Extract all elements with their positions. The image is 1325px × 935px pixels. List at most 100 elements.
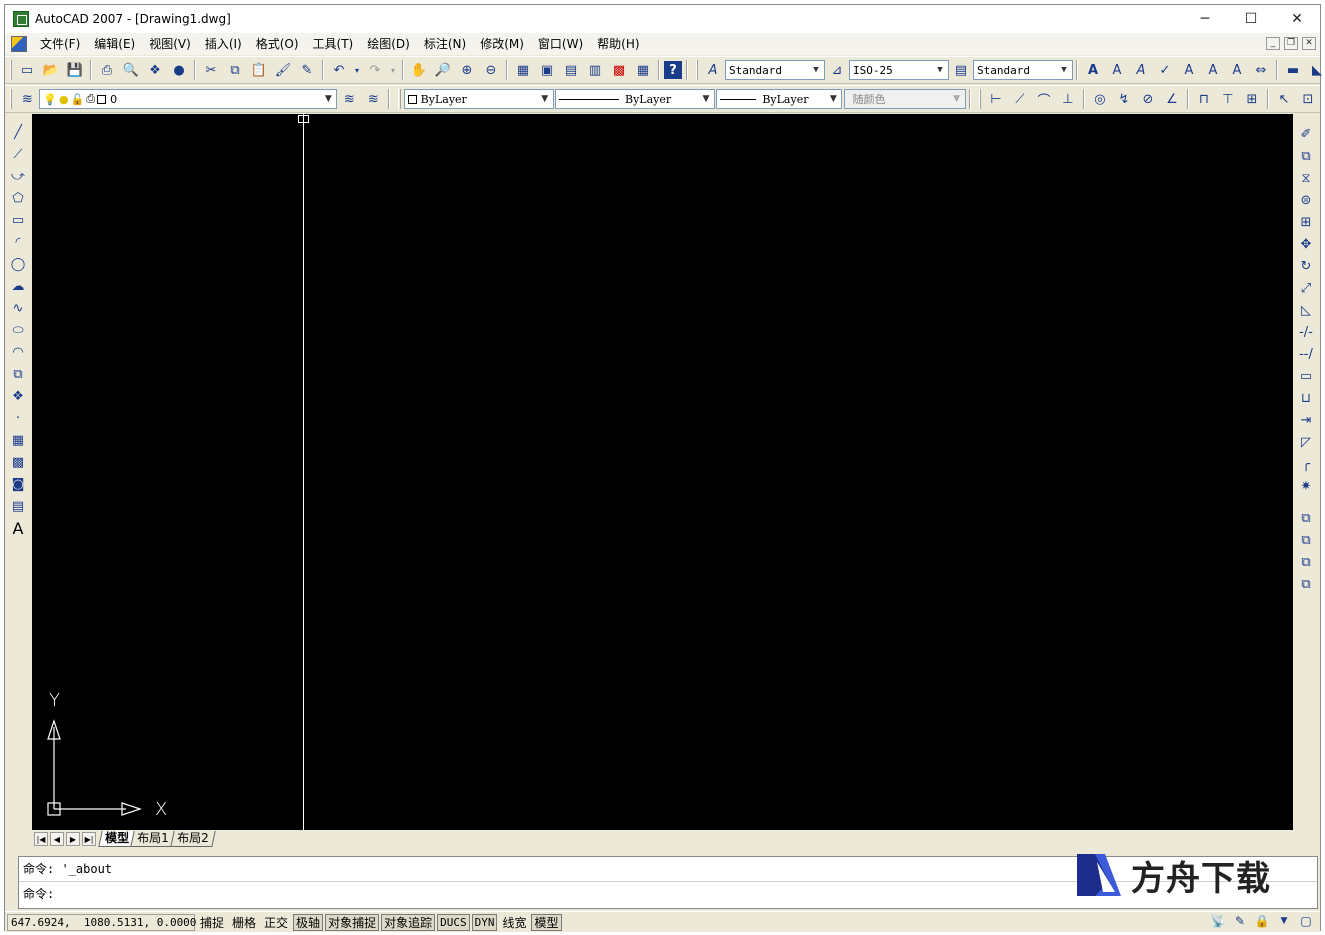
offset-icon[interactable]: ⊜ [1296,190,1316,210]
clean-screen-icon[interactable]: ▢ [1298,913,1314,929]
ellipse-icon[interactable]: ⬭ [8,320,28,340]
save-icon[interactable]: 💾 [64,59,86,81]
chevron-down-icon[interactable]: ▼ [1056,61,1072,79]
toolbar-grip[interactable] [10,89,13,109]
status-grid-button[interactable]: 栅格 [229,914,259,931]
status-snap-button[interactable]: 捕捉 [197,914,227,931]
chevron-down-icon[interactable]: ▼ [932,61,948,79]
baseline-dimension-icon[interactable]: ⊤ [1217,88,1239,110]
rectangle-icon[interactable]: ▭ [8,210,28,230]
ellipse-arc-icon[interactable]: ◠ [8,342,28,362]
new-icon[interactable]: ▭ [16,59,38,81]
3d-dwf-icon[interactable]: ● [168,59,190,81]
menu-tools[interactable]: 工具(T) [306,33,361,55]
gradient-icon[interactable]: ▩ [8,452,28,472]
arc-icon[interactable]: ◜ [8,232,28,252]
text-style-edit-icon[interactable]: A [1178,59,1200,81]
table-style-icon[interactable]: ▤ [950,59,972,81]
next-tab-button[interactable]: ▶ [66,832,80,846]
document-icon[interactable] [11,36,27,52]
spell-check-icon[interactable]: ✓ [1154,59,1176,81]
angular-dimension-icon[interactable]: ∠ [1161,88,1183,110]
text-style-dropdown[interactable]: Standard ▼ [725,60,825,80]
menu-modify[interactable]: 修改(M) [473,33,531,55]
communication-center-icon[interactable]: 📡 [1210,913,1226,929]
chevron-down-icon[interactable]: ▼ [537,90,553,108]
text-style-icon[interactable]: A [702,59,724,81]
match-properties-icon[interactable]: 🖌 [272,59,294,81]
quick-dimension-icon[interactable]: ⊓ [1193,88,1215,110]
scale-text-icon[interactable]: A [1202,59,1224,81]
layer-freeze-icon[interactable]: ● [59,93,69,106]
polyline-icon[interactable]: ⤻ [8,166,28,186]
status-lineweight-button[interactable]: 线宽 [499,914,529,931]
toolbar-grip[interactable] [696,60,698,80]
layout-icon[interactable]: ◣ [1306,59,1325,81]
make-object-layer-current-icon[interactable]: ≋ [338,88,360,110]
move-icon[interactable]: ✥ [1296,234,1316,254]
tool-palettes-icon[interactable]: ▤ [560,59,582,81]
layer-dropdown[interactable]: 💡 ● 🔓 ⎙ 0 ▼ [39,89,338,109]
color-dropdown[interactable]: ByLayer ▼ [403,89,554,109]
calculator-icon[interactable]: ▦ [632,59,654,81]
multiline-text-icon[interactable]: A [8,518,28,538]
pen-icon[interactable]: ✎ [1232,913,1248,929]
justify-text-icon[interactable]: A [1226,59,1248,81]
status-osnap-button[interactable]: 对象捕捉 [325,913,380,931]
document-close-button[interactable]: ✕ [1302,37,1316,50]
menu-window[interactable]: 窗口(W) [531,33,590,55]
quick-leader-icon[interactable]: ↖ [1273,88,1295,110]
multiline-text-icon[interactable]: A [1082,59,1104,81]
layer-plot-icon[interactable]: ⎙ [86,92,95,106]
hatch-icon[interactable]: ▦ [8,430,28,450]
zoom-previous-icon[interactable]: ⊖ [480,59,502,81]
dimension-style-dropdown[interactable]: ISO-25 ▼ [849,60,949,80]
find-text-icon[interactable]: A [1130,59,1152,81]
redo-icon[interactable]: ↷ [364,59,386,81]
copy-object-icon[interactable]: ⧉ [1296,146,1316,166]
menu-edit[interactable]: 编辑(E) [87,33,142,55]
line-icon[interactable]: ╱ [8,122,28,142]
toolbar-grip[interactable] [978,89,981,109]
undo-dropdown-icon[interactable]: ▾ [352,59,362,81]
rotate-icon[interactable]: ↻ [1296,256,1316,276]
table-icon[interactable]: ▤ [8,496,28,516]
previous-tab-button[interactable]: ◀ [50,832,64,846]
jogged-dimension-icon[interactable]: ↯ [1113,88,1135,110]
dimension-style-icon[interactable]: ⊿ [826,59,848,81]
bring-above-icon[interactable]: ⧉ [1296,552,1316,572]
toolbar-grip[interactable] [10,60,12,80]
break-at-point-icon[interactable]: ▭ [1296,366,1316,386]
layer-on-icon[interactable]: 💡 [43,93,57,106]
array-icon[interactable]: ⊞ [1296,212,1316,232]
fillet-icon[interactable]: ╭ [1296,454,1316,474]
minimize-button[interactable]: ─ [1182,5,1228,33]
trim-icon[interactable]: -/- [1296,322,1316,342]
linetype-dropdown[interactable]: ByLayer ▼ [554,89,715,109]
tolerance-icon[interactable]: ⊡ [1297,88,1319,110]
radius-dimension-icon[interactable]: ◎ [1089,88,1111,110]
document-restore-button[interactable]: ❐ [1284,37,1298,50]
autocad-app-icon[interactable] [13,11,29,27]
status-menu-icon[interactable]: ▼ [1276,913,1292,929]
erase-icon[interactable]: ✐ [1296,124,1316,144]
stretch-icon[interactable]: ◺ [1296,300,1316,320]
chevron-down-icon[interactable]: ▼ [698,90,714,108]
cut-icon[interactable]: ✂ [200,59,222,81]
linear-dimension-icon[interactable]: ⊢ [985,88,1007,110]
send-to-back-icon[interactable]: ⧉ [1296,530,1316,550]
layer-previous-icon[interactable]: ≋ [362,88,384,110]
pan-icon[interactable]: ✋ [408,59,430,81]
revision-cloud-icon[interactable]: ☁ [8,276,28,296]
help-icon[interactable]: ? [664,61,682,79]
continue-dimension-icon[interactable]: ⊞ [1241,88,1263,110]
toolbar-lock-icon[interactable]: 🔒 [1254,913,1270,929]
explode-icon[interactable]: ✷ [1296,476,1316,496]
chamfer-icon[interactable]: ◸ [1296,432,1316,452]
spline-icon[interactable]: ∿ [8,298,28,318]
zoom-realtime-icon[interactable]: 🔎 [432,59,454,81]
toolbar-grip[interactable] [398,89,401,109]
aligned-dimension-icon[interactable]: ⟋ [1009,88,1031,110]
break-icon[interactable]: ⊔ [1296,388,1316,408]
status-polar-button[interactable]: 极轴 [293,913,324,931]
